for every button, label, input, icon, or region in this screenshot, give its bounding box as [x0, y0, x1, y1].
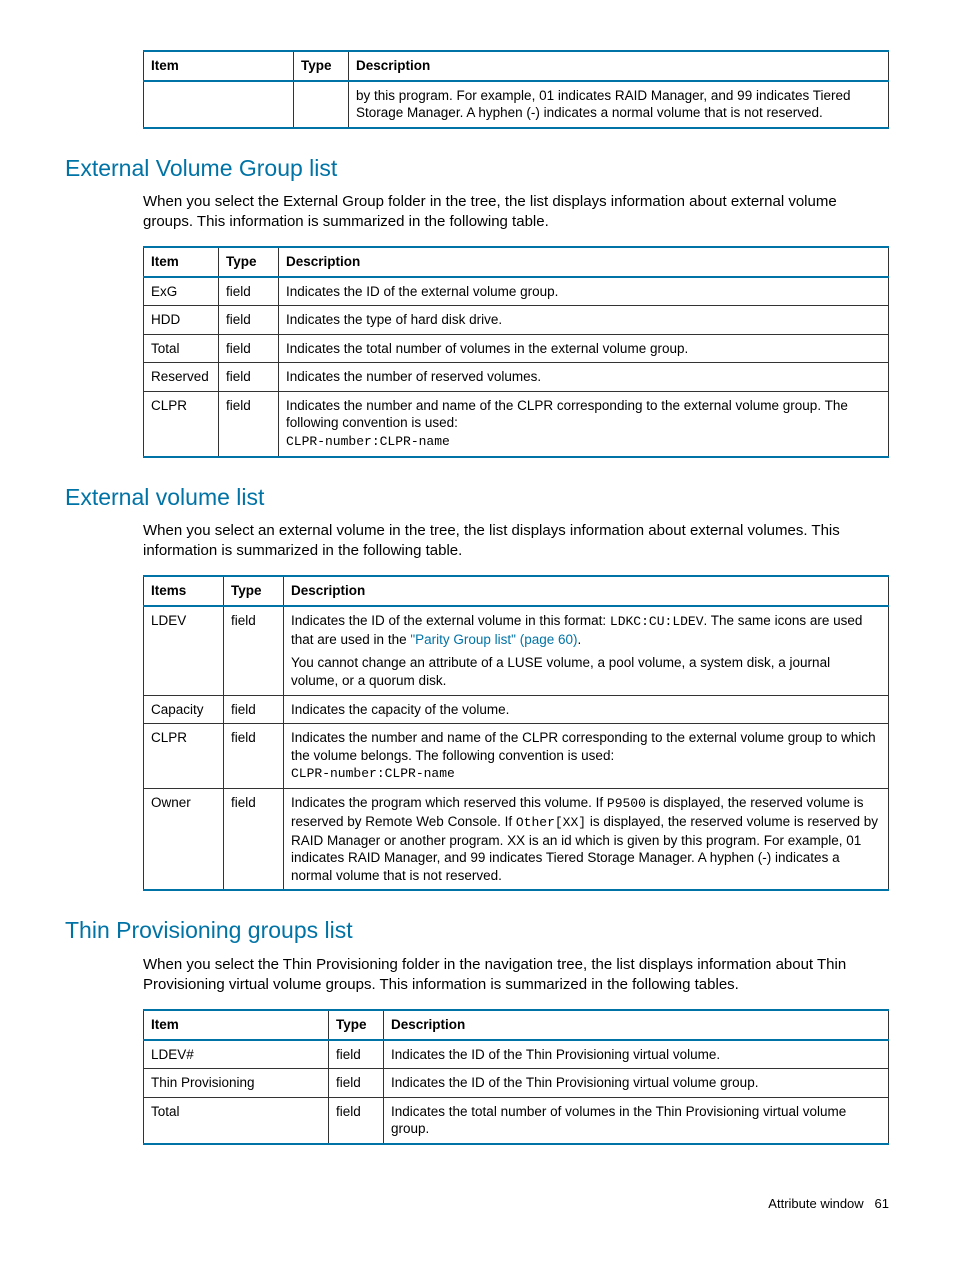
cell-item: HDD [144, 306, 219, 335]
cell-type: field [329, 1097, 384, 1144]
heading-external-volume-group-list: External Volume Group list [65, 153, 889, 184]
cell-desc: Indicates the ID of the external volume … [284, 606, 889, 695]
paragraph: When you select the Thin Provisioning fo… [143, 955, 889, 996]
table-row: by this program. For example, 01 indicat… [144, 81, 889, 128]
table-row: LDEV# field Indicates the ID of the Thin… [144, 1040, 889, 1069]
cell-item: ExG [144, 277, 219, 306]
cell-item [144, 81, 294, 128]
table-row: Thin Provisioning field Indicates the ID… [144, 1069, 889, 1098]
parity-group-list-link[interactable]: "Parity Group list" (page 60) [410, 632, 577, 647]
external-volume-group-table: Item Type Description ExG field Indicate… [143, 246, 889, 458]
table-row: Reserved field Indicates the number of r… [144, 363, 889, 392]
cell-desc: Indicates the ID of the external volume … [279, 277, 889, 306]
cell-desc: Indicates the number of reserved volumes… [279, 363, 889, 392]
code-text: CLPR-number:CLPR-name [286, 434, 450, 449]
th-item: Item [144, 1010, 329, 1040]
th-desc: Description [284, 576, 889, 606]
cell-desc: Indicates the number and name of the CLP… [279, 391, 889, 456]
heading-external-volume-list: External volume list [65, 482, 889, 513]
code-text: Other[XX] [516, 815, 586, 830]
th-type: Type [224, 576, 284, 606]
table-row: Capacity field Indicates the capacity of… [144, 695, 889, 724]
cell-desc: Indicates the type of hard disk drive. [279, 306, 889, 335]
th-desc: Description [349, 51, 889, 81]
table-row: Total field Indicates the total number o… [144, 1097, 889, 1144]
cell-type: field [224, 606, 284, 695]
cell-desc: Indicates the program which reserved thi… [284, 789, 889, 891]
cell-desc: Indicates the ID of the Thin Provisionin… [384, 1040, 889, 1069]
th-desc: Description [279, 247, 889, 277]
cell-type: field [329, 1069, 384, 1098]
cell-item: CLPR [144, 724, 224, 789]
footer-label: Attribute window [768, 1196, 863, 1211]
paragraph: When you select the External Group folde… [143, 192, 889, 233]
cell-item: Thin Provisioning [144, 1069, 329, 1098]
code-text: LDKC:CU:LDEV [610, 614, 704, 629]
table-row: CLPR field Indicates the number and name… [144, 724, 889, 789]
th-item: Item [144, 247, 219, 277]
table-row: LDEV field Indicates the ID of the exter… [144, 606, 889, 695]
thin-provisioning-table: Item Type Description LDEV# field Indica… [143, 1009, 889, 1145]
table-row: Total field Indicates the total number o… [144, 334, 889, 363]
external-volume-table: Items Type Description LDEV field Indica… [143, 575, 889, 891]
cell-type: field [219, 334, 279, 363]
cell-type: field [224, 724, 284, 789]
paragraph: When you select an external volume in th… [143, 521, 889, 562]
cell-type [294, 81, 349, 128]
cell-item: Capacity [144, 695, 224, 724]
cell-desc: Indicates the total number of volumes in… [384, 1097, 889, 1144]
cell-type: field [224, 789, 284, 891]
heading-thin-provisioning-groups-list: Thin Provisioning groups list [65, 915, 889, 946]
table-row: HDD field Indicates the type of hard dis… [144, 306, 889, 335]
cell-item: Owner [144, 789, 224, 891]
table-row: ExG field Indicates the ID of the extern… [144, 277, 889, 306]
cell-type: field [329, 1040, 384, 1069]
th-item: Items [144, 576, 224, 606]
th-type: Type [294, 51, 349, 81]
cell-type: field [219, 363, 279, 392]
cell-type: field [219, 306, 279, 335]
cell-type: field [219, 277, 279, 306]
th-item: Item [144, 51, 294, 81]
cell-desc: Indicates the total number of volumes in… [279, 334, 889, 363]
cell-item: Total [144, 334, 219, 363]
cell-item: LDEV [144, 606, 224, 695]
continuation-table: Item Type Description by this program. F… [143, 50, 889, 129]
cell-item: LDEV# [144, 1040, 329, 1069]
cell-item: Total [144, 1097, 329, 1144]
cell-desc: by this program. For example, 01 indicat… [349, 81, 889, 128]
cell-desc: Indicates the capacity of the volume. [284, 695, 889, 724]
code-text: P9500 [607, 796, 646, 811]
cell-desc: Indicates the number and name of the CLP… [284, 724, 889, 789]
cell-type: field [224, 695, 284, 724]
th-type: Type [219, 247, 279, 277]
th-type: Type [329, 1010, 384, 1040]
th-desc: Description [384, 1010, 889, 1040]
cell-desc: Indicates the ID of the Thin Provisionin… [384, 1069, 889, 1098]
table-row: CLPR field Indicates the number and name… [144, 391, 889, 456]
cell-item: Reserved [144, 363, 219, 392]
cell-type: field [219, 391, 279, 456]
page-number: 61 [875, 1196, 889, 1211]
code-text: CLPR-number:CLPR-name [291, 766, 455, 781]
page-footer: Attribute window 61 [65, 1195, 889, 1213]
cell-item: CLPR [144, 391, 219, 456]
table-row: Owner field Indicates the program which … [144, 789, 889, 891]
